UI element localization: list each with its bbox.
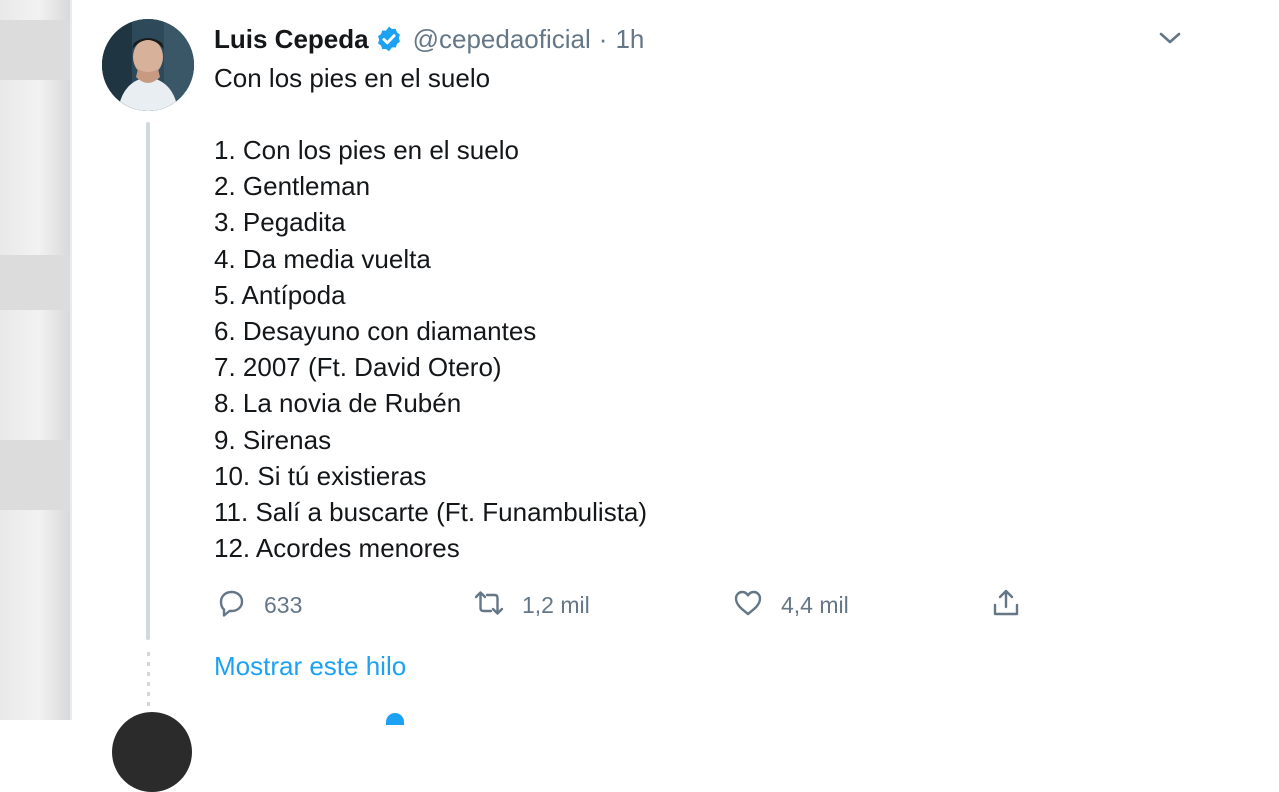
thread-connector-line: [146, 122, 150, 640]
track-item: 8. La novia de Rubén: [214, 388, 462, 419]
like-count: 4,4 mil: [781, 591, 849, 618]
show-thread-link[interactable]: Mostrar este hilo: [214, 651, 406, 682]
tweet-actions: 633 1,2 mil 4,4 mil: [0, 585, 1279, 625]
track-item: 3. Pegadita: [214, 207, 346, 238]
retweet-button[interactable]: 1,2 mil: [472, 585, 590, 625]
track-list: 1. Con los pies en el suelo 2. Gentleman…: [214, 132, 647, 566]
thread-connector-dots: [147, 652, 150, 710]
sidebar-blur-band: [0, 255, 70, 310]
track-item: 11. Salí a buscarte (Ft. Funambulista): [214, 497, 648, 528]
chevron-down-icon[interactable]: [1156, 24, 1184, 52]
author-handle[interactable]: @cepedaoficial: [413, 24, 591, 55]
reply-icon: [214, 586, 248, 625]
tweet-text-title: Con los pies en el suelo: [214, 63, 491, 93]
like-button[interactable]: 4,4 mil: [731, 585, 849, 625]
track-item: 1. Con los pies en el suelo: [214, 135, 519, 165]
share-button[interactable]: [989, 585, 1023, 625]
retweet-icon: [472, 586, 506, 625]
sidebar-blur-band: [0, 440, 70, 510]
retweet-count: 1,2 mil: [522, 591, 590, 618]
track-item: 9. Sirenas: [214, 424, 332, 455]
avatar[interactable]: [102, 19, 194, 111]
track-item: 6. Desayuno con diamantes: [214, 316, 537, 347]
track-item: 5. Antípoda: [214, 279, 346, 310]
avatar-photo: [102, 19, 194, 111]
track-item: 12. Acordes menores: [214, 533, 460, 564]
share-icon: [989, 586, 1023, 625]
next-tweet-verified-badge-icon: [386, 713, 404, 725]
heart-icon: [731, 586, 765, 625]
tweet-header: Luis Cepeda @cepedaoficial · 1h: [214, 22, 644, 56]
track-item: 4. Da media vuelta: [214, 243, 431, 274]
verified-badge-icon: [375, 25, 403, 53]
next-tweet-avatar[interactable]: [112, 712, 192, 792]
header-separator: ·: [598, 23, 608, 54]
track-item: 10. Si tú existieras: [214, 460, 427, 491]
reply-button[interactable]: 633: [214, 585, 302, 625]
author-name[interactable]: Luis Cepeda: [214, 24, 369, 55]
reply-count: 633: [264, 591, 303, 618]
tweet-timestamp[interactable]: 1h: [615, 24, 644, 55]
sidebar-blur-band: [0, 20, 70, 80]
track-item: 7. 2007 (Ft. David Otero): [214, 352, 502, 383]
track-item: 2. Gentleman: [214, 171, 371, 202]
